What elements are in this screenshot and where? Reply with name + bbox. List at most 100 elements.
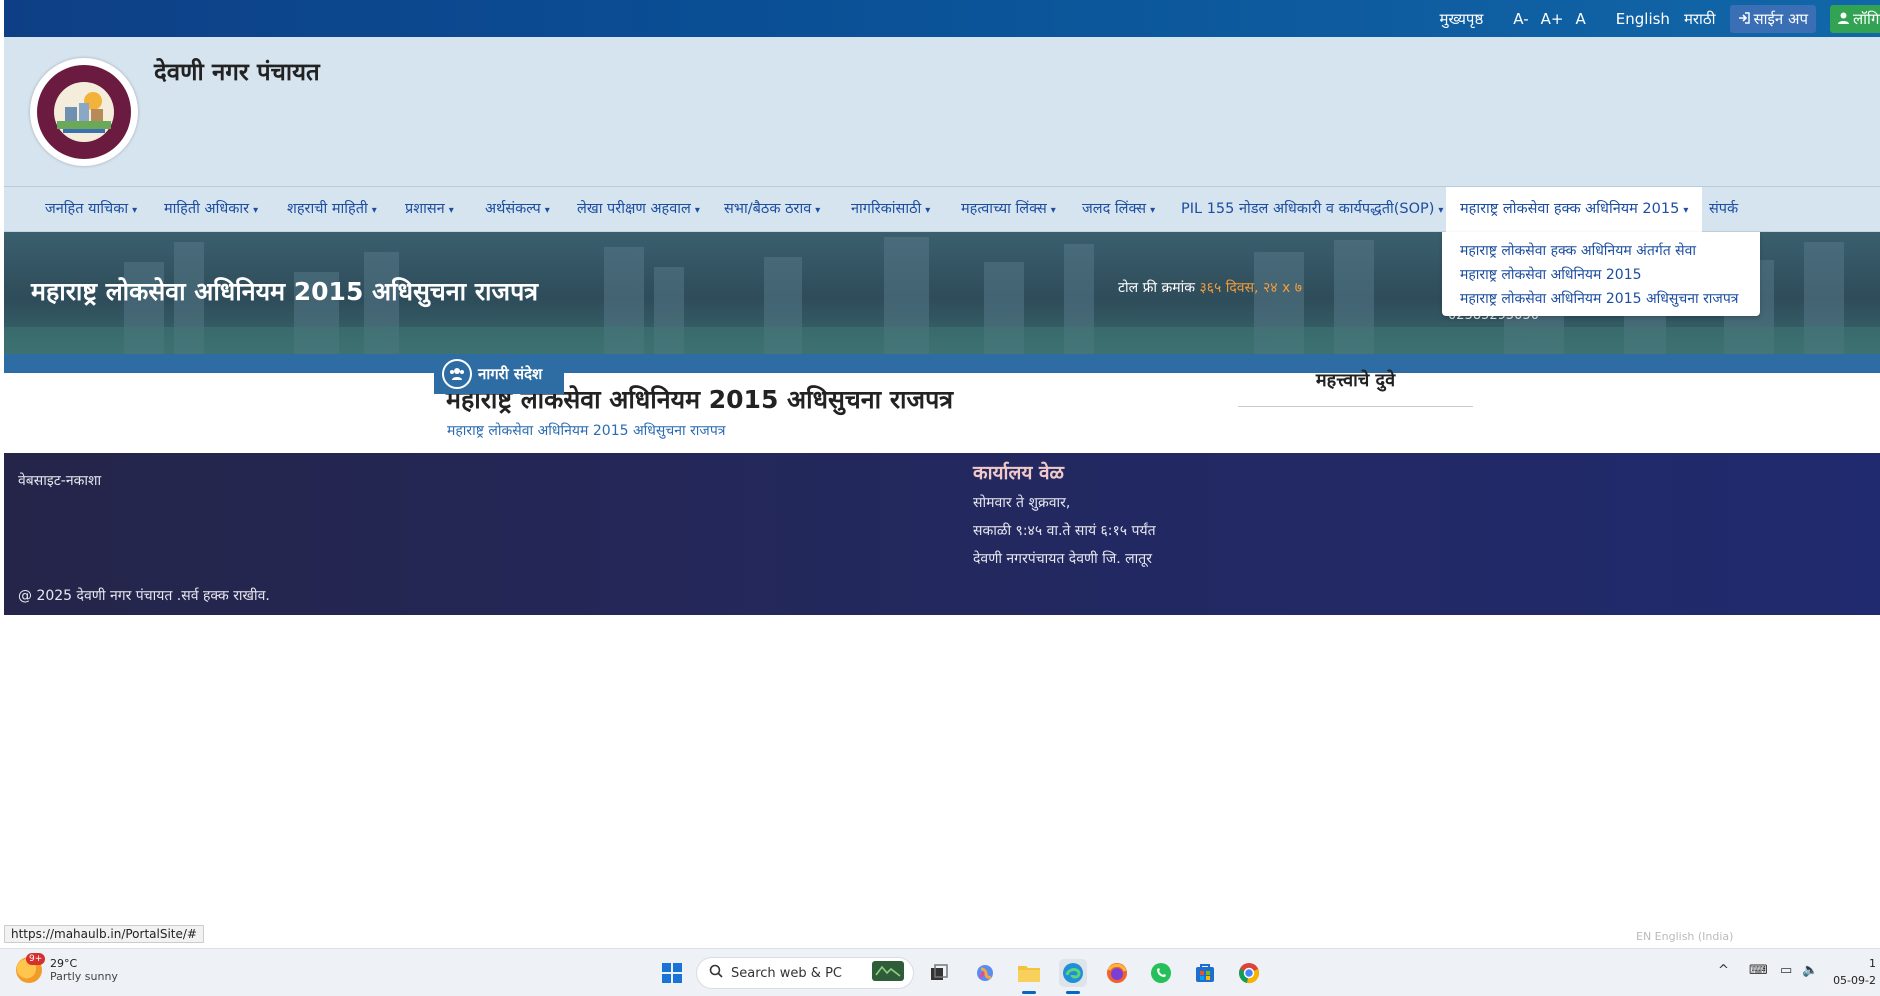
top-bar: मुख्यपृष्ठ A- A+ A English मराठी साईन अप…: [4, 0, 1880, 37]
dropdown-item-act-2015[interactable]: महाराष्ट्र लोकसेवा अधिनियम 2015: [1442, 263, 1760, 287]
volume-icon[interactable]: 🔈: [1802, 963, 1818, 978]
civic-notice-label: नागरी संदेश: [478, 365, 543, 383]
toll-free-hours: ३६५ दिवस, २४ x ७: [1199, 280, 1302, 296]
user-icon: [1838, 10, 1849, 28]
nav-item-city-info[interactable]: शहराची माहिती ▾: [287, 187, 377, 232]
nav-label: PIL 155 नोडल अधिकारी व कार्यपद्धती(SOP): [1181, 201, 1435, 217]
office-hours: सकाळी ९:४५ वा.ते सायं ६:१५ पर्यंत: [973, 523, 1156, 539]
whatsapp-icon[interactable]: [1147, 959, 1175, 987]
nav-label: महत्वाच्या लिंक्स: [961, 201, 1047, 217]
keyboard-icon[interactable]: ⌨: [1749, 963, 1768, 978]
caret-down-icon: ▾: [1683, 205, 1689, 216]
nav-item-administration[interactable]: प्रशासन ▾: [405, 187, 454, 232]
search-placeholder: Search web & PC: [731, 965, 842, 981]
signup-button[interactable]: साईन अप: [1729, 4, 1816, 33]
nav-label: शहराची माहिती: [287, 201, 368, 217]
sitemap-link[interactable]: वेबसाइट-नकाशा: [18, 471, 101, 490]
toll-free-label: टोल फ्री क्रमांक: [1118, 280, 1195, 296]
caret-down-icon: ▾: [1050, 205, 1056, 216]
nav-item-pil-155[interactable]: PIL 155 नोडल अधिकारी व कार्यपद्धती(SOP) ▾: [1181, 187, 1443, 232]
nav-item-contact[interactable]: संपर्क: [1709, 187, 1738, 232]
login-label: लॉगिन: [1853, 9, 1880, 28]
show-hidden-icons-chevron-up-icon[interactable]: ^: [1718, 963, 1729, 978]
chrome-icon[interactable]: [1235, 959, 1263, 987]
copyright-text: @ 2025 देवणी नगर पंचायत .सर्व हक्क राखीव…: [18, 588, 270, 604]
home-link[interactable]: मुख्यपृष्ठ: [1439, 9, 1483, 29]
nav-item-rti[interactable]: माहिती अधिकार ▾: [164, 187, 258, 232]
running-indicator: [1022, 991, 1036, 994]
clock-time: 1: [1869, 957, 1876, 970]
weather-temperature: 29°C: [50, 957, 78, 970]
public-services-dropdown: महाराष्ट्र लोकसेवा हक्क अधिनियम अंतर्गत …: [1442, 232, 1760, 316]
nav-item-budget[interactable]: अर्थसंकल्प ▾: [485, 187, 550, 232]
nav-item-audit-report[interactable]: लेखा परीक्षण अहवाल ▾: [577, 187, 700, 232]
partly-sunny-icon: 9+: [16, 953, 46, 983]
task-view-icon[interactable]: [925, 959, 953, 987]
nav-label: प्रशासन: [405, 201, 445, 217]
nav-item-public-interest-petition[interactable]: जनहित याचिका ▾: [45, 187, 137, 232]
edge-browser-icon[interactable]: [1059, 959, 1087, 987]
office-address: देवणी नगरपंचायत देवणी जि. लातूर: [973, 551, 1152, 567]
toll-free-info: टोल फ्री क्रमांक ३६५ दिवस, २४ x ७: [1118, 278, 1302, 297]
important-links-heading: महत्त्वाचे दुवे: [1238, 368, 1473, 407]
font-decrease-link[interactable]: A-: [1513, 10, 1528, 28]
file-explorer-icon[interactable]: [1015, 959, 1043, 987]
nav-label: माहिती अधिकार: [164, 201, 250, 217]
nav-label: नागरिकांसाठी: [851, 201, 922, 217]
dropdown-item-gazette[interactable]: महाराष्ट्र लोकसेवा अधिनियम 2015 अधिसुचना…: [1442, 287, 1760, 311]
nav-item-public-services-act[interactable]: महाराष्ट्र लोकसेवा हक्क अधिनियम 2015 ▾: [1446, 187, 1703, 232]
nav-label: जलद लिंक्स: [1082, 201, 1147, 217]
login-button[interactable]: लॉगिन: [1830, 4, 1880, 33]
site-footer: वेबसाइट-नकाशा कार्यालय वेळ सोमवार ते शुक…: [4, 453, 1880, 615]
weather-widget[interactable]: 9+ 29°C Partly sunny: [16, 953, 118, 983]
marathi-language-link[interactable]: मराठी: [1684, 9, 1716, 29]
banner-title: महाराष्ट्र लोकसेवा अधिनियम 2015 अधिसुचना…: [31, 277, 539, 306]
nav-item-important-links[interactable]: महत्वाच्या लिंक्स ▾: [961, 187, 1056, 232]
dropdown-item-services[interactable]: महाराष्ट्र लोकसेवा हक्क अधिनियम अंतर्गत …: [1442, 239, 1760, 263]
network-icon[interactable]: ▭: [1780, 963, 1792, 978]
nav-item-for-citizens[interactable]: नागरिकांसाठी ▾: [851, 187, 930, 232]
signup-label: साईन अप: [1753, 9, 1808, 28]
nav-label: जनहित याचिका: [45, 201, 129, 217]
sign-in-icon: [1738, 10, 1750, 28]
office-hours-heading: कार्यालय वेळ: [973, 462, 1064, 484]
taskbar-search-box[interactable]: Search web & PC: [696, 957, 914, 989]
nav-label: लेखा परीक्षण अहवाल: [577, 201, 691, 217]
caret-down-icon: ▾: [371, 205, 377, 216]
english-language-link[interactable]: English: [1616, 10, 1670, 28]
active-indicator: [1066, 991, 1080, 994]
caret-down-icon: ▾: [1150, 205, 1156, 216]
breadcrumb[interactable]: महाराष्ट्र लोकसेवा अधिनियम 2015 अधिसुचना…: [447, 421, 726, 440]
nav-item-meeting-resolutions[interactable]: सभा/बैठक ठराव ▾: [724, 187, 820, 232]
copilot-icon[interactable]: [971, 959, 999, 987]
nav-label: सभा/बैठक ठराव: [724, 201, 812, 217]
site-title: देवणी नगर पंचायत: [154, 58, 320, 86]
firefox-icon[interactable]: [1103, 959, 1131, 987]
caret-down-icon: ▾: [694, 205, 700, 216]
nav-label: महाराष्ट्र लोकसेवा हक्क अधिनियम 2015: [1460, 201, 1680, 217]
search-highlight-icon: [871, 960, 905, 986]
font-normal-link[interactable]: A: [1576, 10, 1586, 28]
nav-label: अर्थसंकल्प: [485, 201, 541, 217]
notification-badge: 9+: [26, 953, 46, 965]
font-increase-link[interactable]: A+: [1541, 10, 1564, 28]
caret-down-icon: ▾: [448, 205, 454, 216]
main-navigation: जनहित याचिका ▾ माहिती अधिकार ▾ शहराची माहि…: [4, 187, 1880, 232]
link-status-url: https://mahaulb.in/PortalSite/#: [4, 925, 204, 943]
nav-item-quick-links[interactable]: जलद लिंक्स ▾: [1082, 187, 1155, 232]
caret-down-icon: ▾: [815, 205, 821, 216]
system-clock[interactable]: 1 05-09-2: [1833, 955, 1876, 989]
notice-strip: [4, 354, 1880, 373]
clock-date: 05-09-2: [1833, 974, 1876, 987]
municipal-seal-logo[interactable]: [30, 58, 138, 166]
search-icon: [709, 964, 723, 982]
nav-label: संपर्क: [1709, 201, 1739, 217]
site-header: देवणी नगर पंचायत: [4, 37, 1880, 187]
windows-start-icon[interactable]: [658, 959, 686, 987]
store-icon[interactable]: [1191, 959, 1219, 987]
windows-taskbar: 9+ 29°C Partly sunny Search web & PC ^ ⌨…: [0, 948, 1880, 996]
civic-notice-badge[interactable]: नागरी संदेश: [434, 354, 564, 394]
caret-down-icon: ▾: [544, 205, 550, 216]
users-icon: [442, 359, 472, 389]
office-days: सोमवार ते शुक्रवार,: [973, 495, 1071, 511]
